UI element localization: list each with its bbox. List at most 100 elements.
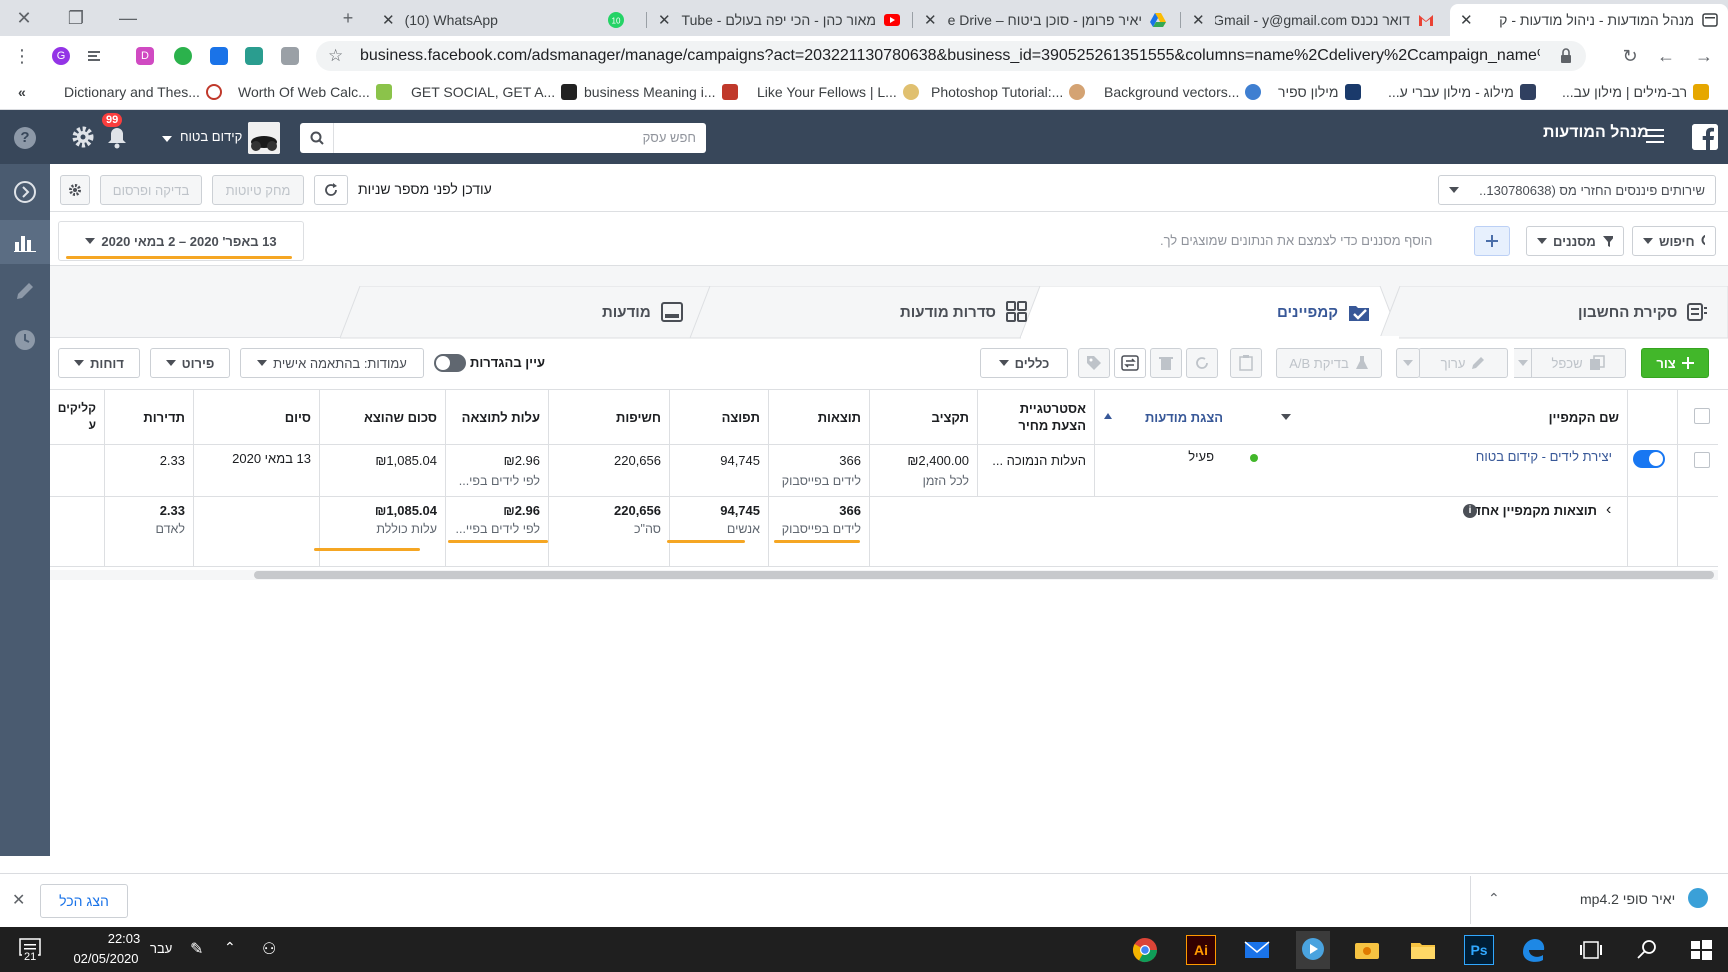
bookmark-item[interactable]: מילוג - מילון עברי ע... — [1388, 84, 1536, 100]
edit-dropdown[interactable] — [1396, 348, 1420, 378]
ad-account-selector[interactable]: שירותים פיננסים החזרי מס (130780638.. — [1438, 175, 1716, 205]
business-search-input[interactable]: חפש עסק — [300, 123, 706, 153]
clock-date[interactable]: 02/05/2020 — [64, 951, 148, 966]
row-checkbox[interactable] — [1694, 452, 1710, 468]
close-window-icon[interactable]: ✕ — [14, 8, 34, 28]
input-language-indicator[interactable]: עבר — [150, 941, 172, 956]
search-icon[interactable] — [300, 123, 334, 153]
discard-drafts-button[interactable]: מחק טיוטות — [212, 175, 304, 205]
nav-campaigns-chart[interactable] — [0, 220, 50, 264]
delivery-caret-icon[interactable] — [1281, 414, 1291, 420]
mail-taskbar-icon[interactable] — [1242, 935, 1272, 965]
extension-teal-icon[interactable] — [245, 47, 263, 65]
tab-ads[interactable]: מודעות — [602, 286, 683, 338]
sort-ascending-icon[interactable] — [1104, 413, 1112, 419]
forward-icon[interactable]: ← — [1656, 46, 1676, 66]
illustrator-taskbar-icon[interactable]: Ai — [1186, 935, 1216, 965]
settings-gear-icon[interactable] — [70, 124, 96, 150]
columns-button[interactable]: עמודות: בהתאמה אישית — [240, 348, 424, 378]
notifications-bell-icon[interactable] — [104, 124, 130, 150]
back-icon[interactable]: → — [1694, 46, 1714, 66]
windows-start-icon[interactable] — [1686, 935, 1716, 965]
expand-nav-icon[interactable] — [13, 180, 37, 204]
close-tab-icon[interactable]: ✕ — [924, 11, 937, 29]
bookmark-item[interactable]: Like Your Fellows | L... — [757, 84, 919, 100]
info-icon[interactable]: i — [1463, 504, 1477, 518]
help-icon[interactable]: ? — [14, 127, 36, 149]
bookmark-item[interactable]: GET SOCIAL, GET A... — [411, 84, 578, 100]
toolbar-settings-button[interactable] — [60, 175, 90, 205]
row-campaign-name-link[interactable]: יצירת לידים - קידום בטוח — [1300, 448, 1672, 466]
pencil-edit-icon[interactable] — [14, 280, 36, 302]
reload-icon[interactable]: ↻ — [1620, 46, 1640, 66]
ab-test-button[interactable]: בדיקת A/B — [1276, 348, 1382, 378]
breakdown-button[interactable]: פירוט — [150, 348, 230, 378]
bookmark-item[interactable]: Photoshop Tutorial:... — [931, 84, 1086, 100]
minimize-window-icon[interactable]: — — [118, 8, 138, 28]
download-chevron-up-icon[interactable]: ⌃ — [1488, 890, 1500, 907]
show-all-downloads-button[interactable]: הצג הכל — [40, 884, 128, 918]
windows-search-icon[interactable] — [1632, 935, 1662, 965]
extension-cube-icon[interactable] — [281, 47, 299, 65]
bookmark-item[interactable]: Worth Of Web Calc... — [238, 84, 392, 100]
close-tab-icon[interactable]: ✕ — [1192, 11, 1205, 29]
header-ends[interactable]: סיום — [193, 390, 319, 444]
facebook-logo-icon[interactable] — [1692, 124, 1718, 150]
omnibox[interactable]: ☆ business.facebook.com/adsmanager/manag… — [316, 41, 1586, 71]
bookmark-item[interactable]: מילון ספיר — [1278, 84, 1361, 100]
bookmark-star-icon[interactable]: ☆ — [328, 46, 343, 66]
browser-tab-whatsapp[interactable]: 10 (10) WhatsApp ✕ — [372, 4, 634, 36]
bookmarks-overflow[interactable]: « — [18, 84, 26, 100]
extension-green-icon[interactable] — [174, 47, 192, 65]
people-icon[interactable]: ⚇ — [262, 939, 276, 959]
close-tab-icon[interactable]: ✕ — [658, 11, 671, 29]
clock-history-icon[interactable] — [13, 328, 37, 352]
clipboard-button[interactable] — [1230, 348, 1262, 378]
bookmark-item[interactable]: Background vectors... — [1104, 84, 1262, 100]
account-dropdown-caret-icon[interactable] — [162, 136, 172, 142]
search-dropdown-button[interactable]: חיפוש — [1632, 226, 1716, 256]
header-reach[interactable]: תפוצה — [669, 390, 768, 444]
tab-account-overview[interactable]: סקירת החשבון — [1578, 286, 1708, 338]
horizontal-scrollbar-thumb[interactable] — [254, 571, 1714, 579]
create-button[interactable]: צור — [1641, 348, 1709, 378]
pen-workspace-icon[interactable]: ✎ — [190, 939, 203, 959]
tag-button[interactable] — [1078, 348, 1110, 378]
tab-ad-sets[interactable]: סדרות מודעות — [900, 286, 1028, 338]
photoshop-taskbar-icon[interactable]: Ps — [1464, 935, 1494, 965]
restore-button[interactable] — [1186, 348, 1218, 378]
new-tab-icon[interactable]: + — [338, 8, 358, 28]
browser-tab-ads-manager[interactable]: מנהל המודעות - ניהול מודעות - ק ✕ — [1450, 4, 1728, 36]
header-clicks[interactable]: קליקים ע — [50, 390, 104, 444]
rules-button[interactable]: כללים — [980, 348, 1068, 378]
browser-tab-youtube[interactable]: מאור כהן - הכי יפה בעולם - Tube ✕ — [648, 4, 910, 36]
review-publish-button[interactable]: בדיקה ופרסום — [100, 175, 202, 205]
hamburger-menu-icon[interactable] — [1646, 128, 1664, 144]
view-setup-toggle[interactable] — [434, 354, 466, 372]
header-cost-per-result[interactable]: עלות לתוצאה — [445, 390, 548, 444]
bookmark-item[interactable]: business Meaning i... — [584, 84, 738, 100]
duplicate-button[interactable]: שכפל — [1530, 348, 1626, 378]
header-bid-strategy[interactable]: אסטרטגיית הצעת מחיר — [977, 390, 1094, 444]
chrome-menu-icon[interactable]: ⋮ — [12, 46, 32, 66]
tab-campaigns[interactable]: קמפיינים — [1277, 286, 1370, 338]
file-explorer-taskbar-icon[interactable] — [1408, 935, 1438, 965]
reports-button[interactable]: דוחות — [58, 348, 140, 378]
edit-button[interactable]: ערוך — [1418, 348, 1508, 378]
task-view-icon[interactable] — [1576, 935, 1606, 965]
bookmark-item[interactable]: רב-מילים | מילון עב... — [1562, 84, 1710, 100]
restore-window-icon[interactable]: ❐ — [66, 8, 86, 28]
close-tab-icon[interactable]: ✕ — [382, 11, 395, 29]
close-tab-icon[interactable]: ✕ — [1460, 11, 1473, 29]
account-name[interactable]: קידום בטוח — [180, 129, 242, 144]
chrome-taskbar-icon[interactable] — [1130, 935, 1160, 965]
close-download-bar-icon[interactable]: ✕ — [12, 890, 25, 910]
add-filter-button[interactable] — [1474, 226, 1510, 256]
export-button[interactable] — [1114, 348, 1146, 378]
select-all-checkbox[interactable] — [1694, 408, 1710, 424]
header-campaign-name[interactable]: שם הקמפיין — [1300, 390, 1627, 444]
header-impressions[interactable]: חשיפות — [548, 390, 669, 444]
download-file-name[interactable]: יאיר סופי 2.mp4 — [1580, 891, 1675, 907]
account-avatar[interactable] — [248, 122, 280, 154]
extension-d-icon[interactable]: D — [136, 47, 154, 65]
